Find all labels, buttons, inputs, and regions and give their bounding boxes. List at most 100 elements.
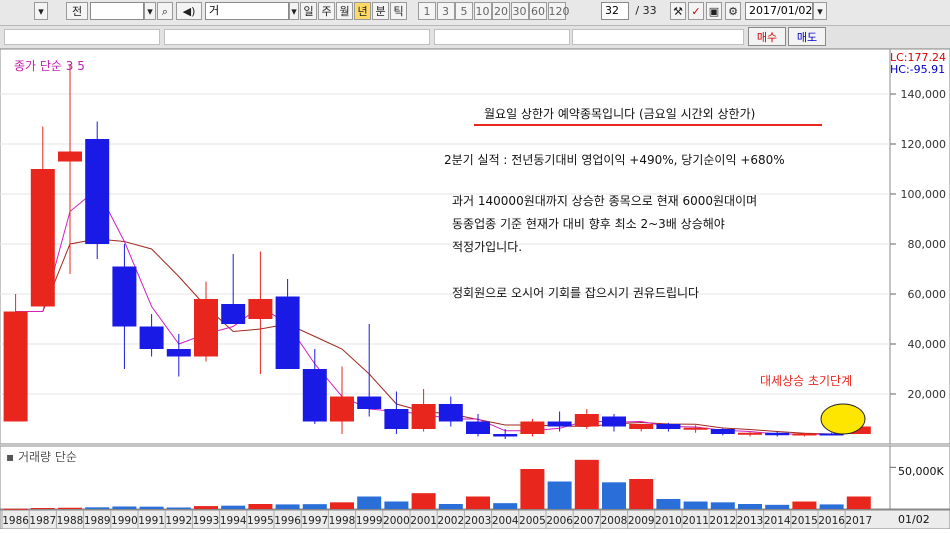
candle-body bbox=[520, 421, 545, 434]
interval-tab-3[interactable]: 3 bbox=[436, 2, 455, 20]
chart-check-icon[interactable]: ✓ bbox=[688, 2, 704, 20]
x-tick-label: 1995 bbox=[247, 515, 274, 527]
stock-dropdown-button[interactable]: ▾ bbox=[144, 2, 156, 20]
gear-icon[interactable]: ⚙ bbox=[725, 2, 741, 20]
interval-tab-5[interactable]: 5 bbox=[455, 2, 473, 20]
candle-body bbox=[438, 404, 463, 422]
date-input[interactable]: 2017/01/02 bbox=[745, 2, 813, 20]
order-bar: 매수 매도 bbox=[0, 26, 950, 49]
save-disk-icon[interactable]: ▣ bbox=[706, 2, 722, 20]
period-tab-0[interactable]: 일 bbox=[300, 2, 317, 20]
info-field-1 bbox=[4, 29, 160, 45]
x-tick-label: 1997 bbox=[301, 515, 328, 527]
volume-bar bbox=[493, 503, 518, 509]
buy-button[interactable]: 매수 bbox=[748, 27, 786, 46]
period-tab-4[interactable]: 분 bbox=[372, 2, 389, 20]
x-tick-label: 1990 bbox=[111, 515, 138, 527]
valuation-annotation: 동종업종 기준 현재가 대비 향후 최소 2~3배 상승해야 bbox=[452, 217, 725, 231]
interval-tab-10[interactable]: 10 bbox=[473, 2, 492, 20]
period-tab-3[interactable]: 년 bbox=[354, 2, 371, 20]
x-tick-label: 1994 bbox=[220, 515, 247, 527]
x-tick-label: 2012 bbox=[709, 515, 736, 527]
volume-bar bbox=[602, 482, 626, 509]
price-tick-label: 100,000 bbox=[901, 188, 947, 201]
volume-bar bbox=[846, 496, 871, 509]
info-field-3 bbox=[434, 29, 570, 45]
x-tick-label: 2008 bbox=[601, 515, 628, 527]
volume-bar bbox=[738, 504, 762, 509]
candle-body bbox=[656, 424, 681, 429]
candle-body bbox=[602, 416, 626, 427]
candle-body bbox=[493, 434, 518, 437]
stock-code-input[interactable] bbox=[90, 2, 144, 20]
fair-price-annotation: 적정가입니다. bbox=[452, 240, 523, 254]
candle-body bbox=[765, 432, 790, 436]
scroll-down-arrow-button[interactable]: ▾ bbox=[34, 2, 48, 20]
date-picker-button[interactable]: ▾ bbox=[813, 2, 827, 20]
price-tick-label: 60,000 bbox=[908, 288, 947, 301]
candle-body bbox=[384, 409, 409, 429]
volume-bar bbox=[466, 496, 490, 509]
candle-body bbox=[85, 139, 110, 244]
date-readout: 01/02 bbox=[898, 513, 930, 526]
period-tab-1[interactable]: 주 bbox=[318, 2, 335, 20]
x-tick-label: 1993 bbox=[193, 515, 220, 527]
period-tab-2[interactable]: 월 bbox=[336, 2, 353, 20]
interval-tab-20[interactable]: 20 bbox=[492, 2, 510, 20]
info-field-4 bbox=[572, 29, 744, 45]
x-tick-label: 1992 bbox=[165, 515, 192, 527]
interval-tab-1[interactable]: 1 bbox=[418, 2, 436, 20]
period-tab-5[interactable]: 틱 bbox=[390, 2, 407, 20]
x-tick-label: 1987 bbox=[29, 515, 56, 527]
candle-body bbox=[302, 369, 327, 422]
volume-indicator-text: 거래량 단순 bbox=[17, 450, 77, 464]
x-tick-label: 2004 bbox=[492, 515, 519, 527]
interval-tab-120[interactable]: 120 bbox=[547, 2, 570, 20]
x-tick-label: 2000 bbox=[383, 515, 410, 527]
volume-bar bbox=[221, 505, 246, 509]
candle-body bbox=[466, 421, 490, 434]
chart-mode-dropdown[interactable]: ▾ bbox=[289, 2, 299, 20]
earnings-annotation: 2분기 실적 : 전년동기대비 영업이익 +490%, 당기순이익 +680% bbox=[444, 153, 785, 167]
candle-body bbox=[792, 433, 817, 436]
sell-button[interactable]: 매도 bbox=[788, 27, 826, 46]
stock-prefix-label: 전 bbox=[66, 2, 88, 20]
volume-bar bbox=[629, 479, 654, 509]
volume-bar bbox=[194, 506, 218, 509]
sound-icon[interactable]: ◀︎) bbox=[176, 2, 202, 20]
x-tick-label: 2016 bbox=[818, 515, 845, 527]
volume-bar bbox=[85, 507, 110, 509]
x-tick-label: 2009 bbox=[628, 515, 655, 527]
x-tick-label: 2013 bbox=[737, 515, 764, 527]
volume-bar bbox=[58, 507, 82, 509]
candle-body bbox=[221, 304, 246, 324]
volume-bar bbox=[547, 481, 572, 509]
candle-body bbox=[112, 266, 137, 327]
interval-tab-30[interactable]: 30 bbox=[510, 2, 529, 20]
x-tick-label: 1986 bbox=[2, 515, 29, 527]
interval-tab-60[interactable]: 60 bbox=[529, 2, 547, 20]
x-tick-label: 1991 bbox=[138, 515, 165, 527]
volume-bar bbox=[30, 508, 55, 509]
volume-bar bbox=[275, 504, 300, 509]
headline-annotation: 월요일 상한가 예약종목입니다 (금요일 시간외 상한가) bbox=[484, 107, 756, 121]
volume-bar bbox=[438, 504, 463, 509]
price-tick-label: 140,000 bbox=[901, 88, 947, 101]
candle-body bbox=[248, 299, 273, 319]
volume-bar bbox=[792, 501, 817, 509]
candle-body bbox=[166, 349, 191, 357]
volume-bar bbox=[765, 504, 790, 509]
candle-body bbox=[330, 396, 354, 422]
x-tick-label: 1999 bbox=[356, 515, 383, 527]
candle-body bbox=[629, 424, 654, 429]
x-tick-label: 2014 bbox=[764, 515, 791, 527]
volume-bar bbox=[139, 506, 164, 509]
chart-mode-select[interactable]: 거 bbox=[205, 2, 289, 20]
candle-body bbox=[30, 169, 55, 307]
candle-body bbox=[710, 429, 735, 434]
settings-wrench-icon[interactable]: ⚒ bbox=[670, 2, 686, 20]
x-tick-label: 1996 bbox=[274, 515, 301, 527]
page-number-input[interactable]: 32 bbox=[601, 2, 629, 20]
search-icon[interactable]: ⌕ bbox=[157, 2, 173, 20]
x-tick-label: 2010 bbox=[655, 515, 682, 527]
